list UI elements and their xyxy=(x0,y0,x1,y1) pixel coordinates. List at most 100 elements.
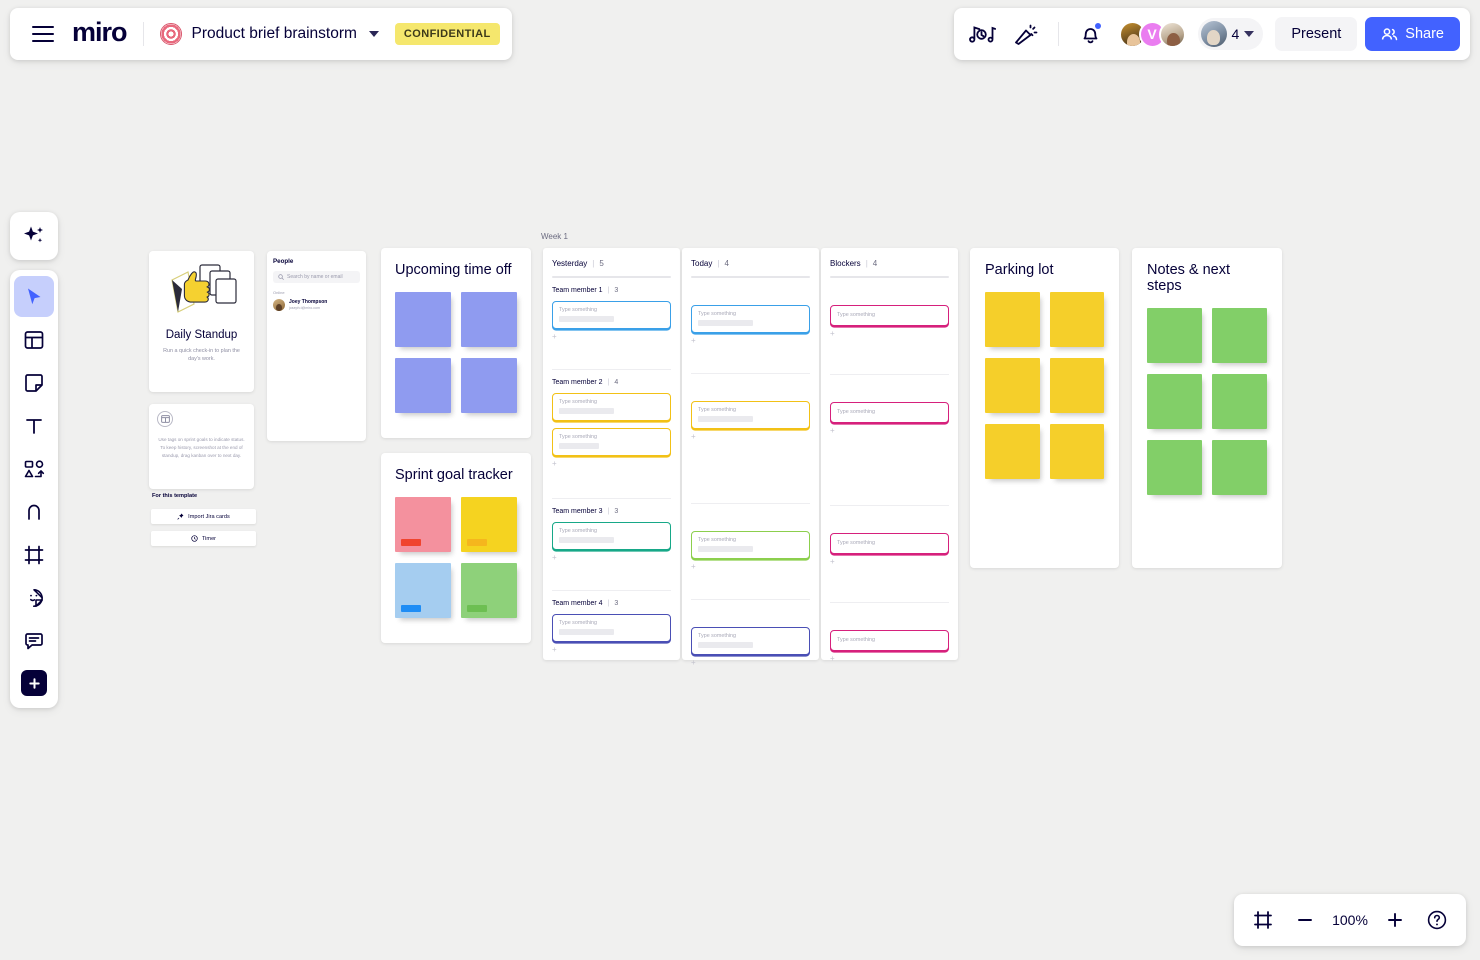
people-search-input[interactable]: Search by name or email xyxy=(273,271,360,283)
frame-tool[interactable] xyxy=(14,534,54,575)
add-card-button[interactable]: + xyxy=(552,553,671,562)
sticky-note[interactable] xyxy=(1147,440,1202,495)
add-card-button[interactable]: + xyxy=(830,557,949,566)
hamburger-icon[interactable] xyxy=(32,26,54,42)
help-button[interactable] xyxy=(1418,901,1456,939)
ai-tool[interactable] xyxy=(10,212,58,260)
share-button[interactable]: Share xyxy=(1365,17,1460,51)
comment-tool[interactable] xyxy=(14,620,54,661)
sticky-note[interactable] xyxy=(1147,308,1202,363)
daily-standup-card[interactable]: Daily Standup Run a quick check-in to pl… xyxy=(149,251,254,392)
kanban-card[interactable]: Type something xyxy=(830,532,949,554)
add-card-button[interactable]: + xyxy=(830,329,949,338)
card-placeholder: Type something xyxy=(559,306,598,313)
lane-name: Team member 2 xyxy=(552,378,603,386)
sticky-note[interactable] xyxy=(1049,358,1104,413)
column-header: Today | 4 xyxy=(691,259,729,268)
cursor-icon xyxy=(28,288,41,304)
kanban-card[interactable]: Type something xyxy=(830,304,949,326)
sticker-tool[interactable] xyxy=(14,577,54,618)
add-card-button[interactable]: + xyxy=(830,426,949,435)
kanban-card[interactable]: Type something xyxy=(691,400,810,429)
sticky-note[interactable] xyxy=(985,424,1040,479)
party-popper-icon[interactable] xyxy=(1008,16,1044,52)
kanban-card[interactable]: Type something xyxy=(691,626,810,655)
select-tool[interactable] xyxy=(14,276,54,317)
add-card-button[interactable]: + xyxy=(552,459,671,468)
sparkles-icon xyxy=(24,226,43,243)
kanban-card[interactable]: Type something xyxy=(552,300,671,329)
sticky-note[interactable] xyxy=(461,497,517,552)
sticky-note[interactable] xyxy=(1212,374,1267,429)
kanban-card[interactable]: Type something xyxy=(552,427,671,456)
frame-icon xyxy=(24,545,44,564)
sticky-note[interactable] xyxy=(985,358,1040,413)
sticky-note[interactable] xyxy=(461,292,517,347)
templates-tool[interactable] xyxy=(14,319,54,360)
add-card-button[interactable]: + xyxy=(691,658,810,667)
kanban-lane: Type something + xyxy=(830,375,949,506)
sticky-note[interactable] xyxy=(461,358,517,413)
kanban-card[interactable]: Type something xyxy=(691,530,810,559)
chevron-down-icon[interactable] xyxy=(368,31,379,37)
timer-button[interactable]: Timer xyxy=(151,531,256,546)
lane-spacer xyxy=(830,612,949,623)
sticky-note[interactable] xyxy=(1212,308,1267,363)
sticky-note[interactable] xyxy=(985,292,1040,347)
board-title[interactable]: Product brief brainstorm xyxy=(192,25,357,43)
card-placeholder: Type something xyxy=(837,408,876,415)
sticky-note[interactable] xyxy=(1212,440,1267,495)
collaborator-avatars[interactable]: V xyxy=(1118,20,1186,48)
shapes-tool[interactable] xyxy=(14,448,54,489)
add-card-button[interactable]: + xyxy=(552,332,671,341)
collaborator-count-dropdown[interactable]: 4 xyxy=(1197,18,1264,50)
avatar[interactable] xyxy=(1158,20,1186,48)
sticky-grid xyxy=(1147,308,1267,495)
zoom-out-button[interactable] xyxy=(1286,901,1324,939)
sticky-note[interactable] xyxy=(395,563,451,618)
kanban-card[interactable]: Type something xyxy=(552,392,671,421)
present-button[interactable]: Present xyxy=(1275,17,1358,51)
frame-title[interactable]: Week 1 xyxy=(541,232,568,241)
fit-to-screen-button[interactable] xyxy=(1244,901,1282,939)
shapes-connector-icon xyxy=(24,459,45,477)
sticky-note[interactable] xyxy=(1049,292,1104,347)
kanban-lane: Team member 1 | 3 Type something + xyxy=(552,278,671,370)
kanban-card[interactable]: Type something xyxy=(691,304,810,333)
sticky-note[interactable] xyxy=(1049,424,1104,479)
sticky-note[interactable] xyxy=(461,563,517,618)
kanban-lane: Type something + xyxy=(830,603,949,690)
notification-bell-icon[interactable] xyxy=(1073,16,1109,52)
list-item[interactable]: Joey Thompson joseph.t@miro.com xyxy=(273,299,360,311)
sticky-note[interactable] xyxy=(395,292,451,347)
music-notes-icon[interactable] xyxy=(964,16,1000,52)
sticky-note[interactable] xyxy=(395,358,451,413)
more-apps-tool[interactable] xyxy=(21,670,47,696)
kanban-card[interactable]: Type something xyxy=(830,629,949,651)
people-search-placeholder: Search by name or email xyxy=(287,274,343,280)
card-placeholder: Type something xyxy=(698,536,737,543)
kanban-card[interactable]: Type something xyxy=(830,401,949,423)
card-placeholder: Type something xyxy=(559,433,598,440)
add-card-button[interactable]: + xyxy=(830,654,949,663)
add-card-button[interactable]: + xyxy=(552,645,671,654)
kanban-board: Yesterday | 5 Team member 1 | 3 Type someth… xyxy=(543,248,958,666)
zoom-level[interactable]: 100% xyxy=(1328,912,1372,928)
minus-icon xyxy=(1298,919,1312,921)
sticky-note[interactable] xyxy=(1147,374,1202,429)
text-tool[interactable] xyxy=(14,405,54,446)
kanban-card[interactable]: Type something xyxy=(552,521,671,550)
sticky-note[interactable] xyxy=(395,497,451,552)
avatar xyxy=(1200,21,1227,47)
add-card-button[interactable]: + xyxy=(691,562,810,571)
add-card-button[interactable]: + xyxy=(691,432,810,441)
kanban-card[interactable]: Type something xyxy=(552,613,671,642)
add-card-button[interactable]: + xyxy=(691,336,810,345)
import-jira-cards-button[interactable]: Import Jira cards xyxy=(151,509,256,524)
status-tag xyxy=(467,605,487,612)
column-header: Yesterday | 5 xyxy=(552,259,604,268)
zoom-in-button[interactable] xyxy=(1376,901,1414,939)
share-people-icon xyxy=(1382,27,1398,40)
pen-tool[interactable] xyxy=(14,491,54,532)
sticky-note-tool[interactable] xyxy=(14,362,54,403)
